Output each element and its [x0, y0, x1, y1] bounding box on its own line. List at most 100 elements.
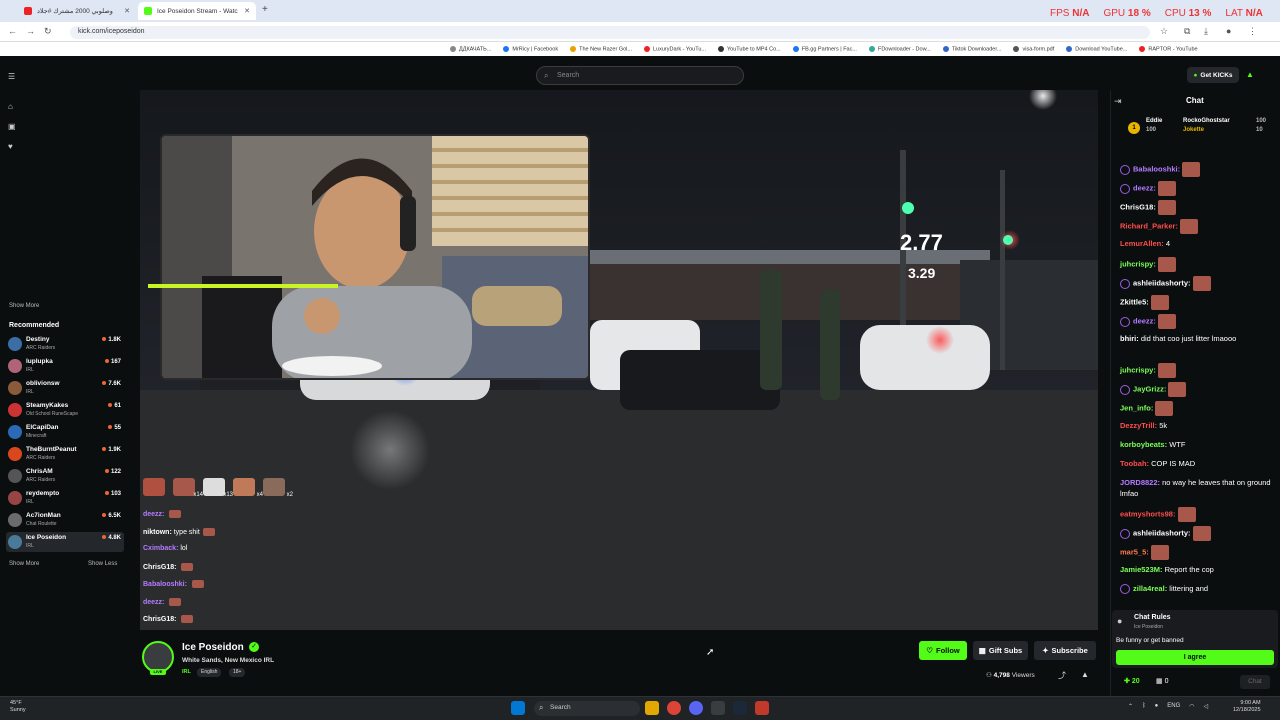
bookmark-item[interactable]: Download YouTube...	[1066, 45, 1127, 52]
show-more-button[interactable]: Show More	[9, 303, 39, 309]
chrome-icon[interactable]	[667, 701, 681, 715]
recommended-channel[interactable]: TheBurntPeanut ARC Raiders 1.9K	[6, 444, 124, 464]
gift-subs-button[interactable]: ▦ Gift Subs	[973, 641, 1028, 660]
new-tab-icon[interactable]: +	[262, 4, 268, 15]
bookmark-item[interactable]: Tiktok Downloader...	[942, 45, 1001, 52]
bookmark-item[interactable]: FB.gg Partners | Fac...	[792, 45, 857, 52]
streamer-name[interactable]: Ice Poseidon	[182, 642, 244, 653]
bookmark-item[interactable]: FDownloader - Dow...	[868, 45, 931, 52]
recommended-channel[interactable]: ElCapiDan Minecraft 55	[6, 422, 124, 442]
language-indicator[interactable]: ENG	[1167, 703, 1180, 710]
send-chat-button[interactable]: Chat	[1240, 675, 1270, 689]
chat-username[interactable]: JORD8822:	[1120, 478, 1160, 487]
close-tab-icon[interactable]: ✕	[244, 7, 250, 15]
tag-chip[interactable]: English	[197, 668, 222, 677]
menu-icon[interactable]: ⋮	[1248, 26, 1257, 37]
chat-username[interactable]: mar5_5:	[1120, 547, 1149, 556]
subscribe-button[interactable]: ✦ Subscribe	[1034, 641, 1096, 660]
chat-username[interactable]: JayGrizz:	[1133, 384, 1166, 393]
kicks-balance[interactable]: ✚ 20	[1124, 677, 1140, 685]
share-icon[interactable]: ⤴	[1058, 670, 1066, 681]
agree-button[interactable]: I agree	[1116, 650, 1274, 665]
chat-username[interactable]: ChrisG18:	[1120, 202, 1156, 211]
recommended-channel[interactable]: Ice Poseidon IRL 4.8K	[6, 532, 124, 552]
bookmark-item[interactable]: RAPTOR - YouTube	[1139, 45, 1198, 52]
discord-icon[interactable]	[689, 701, 703, 715]
bookmark-item[interactable]: YouTube to MP4 Co...	[718, 45, 781, 52]
recommended-channel[interactable]: oblivionsw IRL 7.6K	[6, 378, 124, 398]
wifi-icon[interactable]: ◠	[1189, 703, 1194, 710]
file-explorer-icon[interactable]	[645, 701, 659, 715]
chat-username[interactable]: Zkittle5:	[1120, 297, 1149, 306]
recommended-channel[interactable]: ChrisAM ARC Raiders 122	[6, 466, 124, 486]
chat-username[interactable]: DezzyTrill:	[1120, 421, 1157, 430]
following-icon[interactable]: ♥	[8, 142, 18, 152]
chat-username[interactable]: eatmyshorts98:	[1120, 509, 1175, 518]
chat-username[interactable]: juhcrispy:	[1120, 259, 1156, 268]
show-less-button[interactable]: Show Less	[88, 561, 117, 567]
chat-username[interactable]: Jamie523M:	[1120, 565, 1163, 574]
close-tab-icon[interactable]: ✕	[124, 7, 130, 15]
browser-tab-youtube[interactable]: وصلوبي 2000 مشترك #جلاد ✕	[18, 2, 136, 20]
chat-username[interactable]: korboybeats:	[1120, 440, 1167, 449]
chat-username[interactable]: Toobah:	[1120, 459, 1149, 468]
bookmark-item[interactable]: ДДКАЧАТЬ...	[450, 45, 491, 52]
recommended-channel[interactable]: Ac7ionMan Chat Roulette 6.5K	[6, 510, 124, 530]
extensions-icon[interactable]: ⧉	[1184, 26, 1190, 37]
recommended-channel[interactable]: reydempto IRL 103	[6, 488, 124, 508]
reload-icon[interactable]: ↻	[44, 26, 52, 37]
bluetooth-icon[interactable]: ᛒ	[1142, 703, 1146, 710]
collapse-chat-icon[interactable]: ⇥	[1114, 96, 1122, 107]
follow-button[interactable]: ♡ Follow	[919, 641, 967, 660]
menu-icon[interactable]: ☰	[8, 72, 18, 82]
weather-widget[interactable]: 45°F Sunny	[10, 700, 26, 714]
chat-username[interactable]: Jen_info:	[1120, 403, 1153, 412]
chat-username[interactable]: Babalooshki:	[1133, 164, 1180, 173]
bookmark-item[interactable]: The New Razer Gol...	[570, 45, 632, 52]
recommended-channel[interactable]: Destiny ARC Raiders 1.8K	[6, 334, 124, 354]
chat-message: deezz:	[1120, 314, 1272, 329]
chat-username[interactable]: Richard_Parker:	[1120, 221, 1178, 230]
steam-icon[interactable]	[733, 701, 747, 715]
app-icon[interactable]	[755, 701, 769, 715]
clock[interactable]: 9:00 AM 12/18/2025	[1233, 700, 1261, 714]
browse-icon[interactable]: ▣	[8, 122, 18, 132]
tag-chip[interactable]: 18+	[229, 668, 246, 677]
volume-icon[interactable]: ◁	[1204, 703, 1209, 710]
recommended-channel[interactable]: SteamyKakes Old School RuneScape 61	[6, 400, 124, 420]
show-more-button[interactable]: Show More	[9, 561, 39, 567]
url-field[interactable]: kick.com/iceposeidon	[70, 26, 1150, 39]
home-icon[interactable]: ⌂	[8, 102, 18, 112]
app-icon[interactable]	[711, 701, 725, 715]
chat-username[interactable]: ashleiidashorty:	[1133, 528, 1191, 537]
chat-username[interactable]: LemurAllen:	[1120, 239, 1164, 248]
video-player[interactable]: 2.77 3.29 2.77 3.29	[140, 90, 1098, 630]
back-icon[interactable]: ←	[8, 26, 17, 36]
gift-balance[interactable]: ▦ 0	[1156, 677, 1168, 685]
alert-icon[interactable]: ▲	[1246, 70, 1254, 79]
chat-username[interactable]: ashleiidashorty:	[1133, 278, 1191, 287]
windows-start-icon[interactable]	[511, 701, 525, 715]
forward-icon[interactable]: →	[26, 26, 35, 36]
bookmark-item[interactable]: LuxuryDark - YouTu...	[644, 45, 706, 52]
search-input[interactable]: ⌕ Search	[536, 66, 744, 85]
chevron-up-icon[interactable]: ⌃	[1128, 703, 1133, 710]
chat-username[interactable]: bhiri:	[1120, 334, 1139, 343]
browser-tab-kick[interactable]: Ice Poseidon Stream - Watc ✕	[138, 2, 256, 20]
chat-username[interactable]: deezz:	[1133, 183, 1156, 192]
channel-name: luplupka	[26, 358, 53, 365]
taskbar-search[interactable]: ⌕ Search	[534, 701, 640, 716]
chat-username[interactable]: deezz:	[1133, 316, 1156, 325]
bookmark-item[interactable]: visa-form.pdf	[1013, 45, 1054, 52]
mic-icon[interactable]: ●	[1155, 703, 1159, 710]
get-kicks-button[interactable]: ● Get KICKs	[1187, 67, 1239, 83]
profile-icon[interactable]: ●	[1226, 26, 1231, 36]
chat-username[interactable]: zilla4real:	[1133, 584, 1167, 593]
bookmark-star-icon[interactable]: ☆	[1160, 26, 1168, 37]
recommended-channel[interactable]: luplupka IRL 167	[6, 356, 124, 376]
report-icon[interactable]: ▲	[1081, 670, 1089, 679]
bookmark-item[interactable]: MrRicy | Facebook	[503, 45, 558, 52]
download-icon[interactable]: ⤓	[1204, 26, 1208, 37]
chat-username[interactable]: juhcrispy:	[1120, 365, 1156, 374]
stream-category[interactable]: IRL	[182, 669, 191, 675]
